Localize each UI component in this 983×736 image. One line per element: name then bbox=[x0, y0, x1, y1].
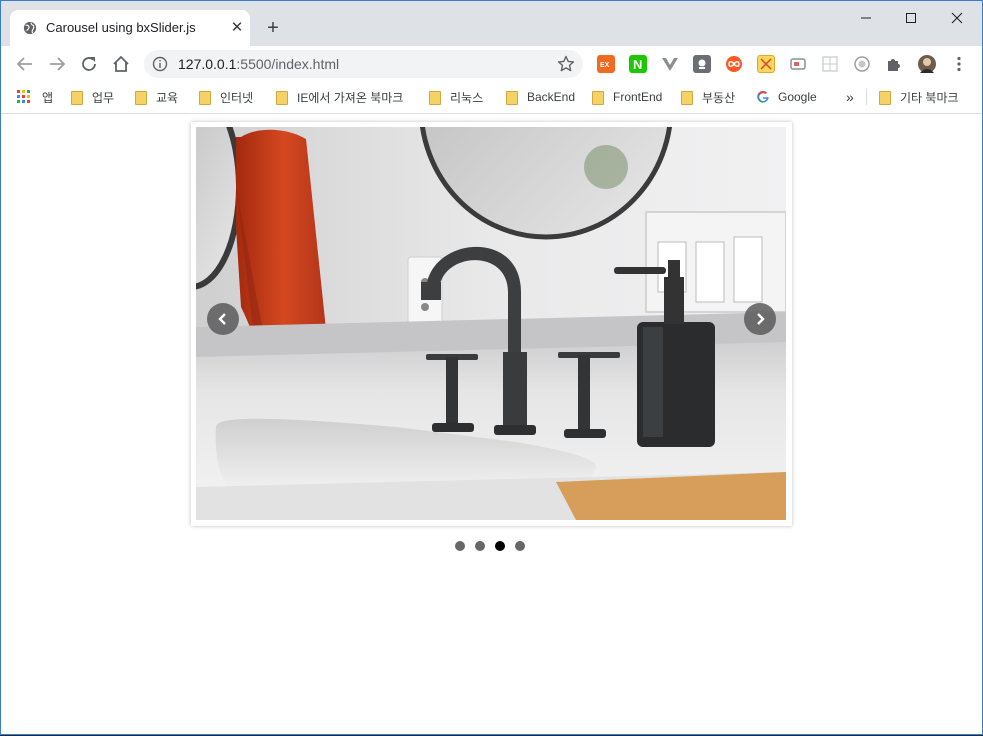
home-icon bbox=[113, 55, 129, 72]
google-icon bbox=[757, 90, 769, 103]
bookmark-folder-frontend[interactable]: FrontEnd bbox=[592, 88, 662, 106]
folder-icon bbox=[135, 91, 147, 105]
bookmark-divider bbox=[866, 89, 867, 105]
bookmark-folder-linux[interactable]: 리눅스 bbox=[429, 88, 483, 106]
grid-extension-icon[interactable] bbox=[821, 55, 839, 73]
bookmark-label: FrontEnd bbox=[613, 90, 663, 104]
bookmarks-bar: 앱 업무 교육 인터넷 IE에서 가져온 북마크 리눅스 BackEnd Fro… bbox=[1, 82, 982, 114]
new-tab-button[interactable]: + bbox=[263, 18, 283, 38]
puzzle-icon[interactable] bbox=[885, 55, 903, 73]
url-path: :5500/index.html bbox=[236, 56, 340, 72]
info-icon[interactable] bbox=[152, 56, 168, 72]
star-icon[interactable] bbox=[557, 55, 575, 73]
bookmarks-overflow-button[interactable]: » bbox=[846, 88, 854, 106]
reload-icon bbox=[82, 57, 96, 71]
chevron-right-icon bbox=[757, 313, 765, 325]
folder-icon bbox=[879, 91, 891, 105]
ex-extension-icon[interactable]: EX bbox=[597, 55, 615, 73]
carousel-prev-button[interactable] bbox=[207, 303, 239, 335]
infinity-extension-icon[interactable] bbox=[725, 55, 743, 73]
globe-icon bbox=[23, 21, 37, 35]
bookmark-folder-other[interactable]: 기타 북마크 bbox=[879, 88, 959, 106]
bookmark-apps[interactable]: 앱 bbox=[17, 88, 53, 106]
bookmark-folder-work[interactable]: 업무 bbox=[71, 88, 114, 106]
folder-icon bbox=[71, 91, 83, 105]
bookmark-label: 부동산 bbox=[702, 90, 736, 105]
browser-toolbar: 127.0.0.1:5500/index.html EX N bbox=[1, 46, 982, 82]
carousel-next-button[interactable] bbox=[744, 303, 776, 335]
bookmark-label: 앱 bbox=[42, 90, 54, 105]
bookmark-extension-icon[interactable] bbox=[757, 55, 775, 73]
folder-icon bbox=[681, 91, 693, 105]
folder-icon bbox=[429, 91, 441, 105]
folder-icon bbox=[199, 91, 211, 105]
svg-text:EX: EX bbox=[600, 62, 610, 69]
bookmark-folder-realestate[interactable]: 부동산 bbox=[681, 88, 735, 106]
carousel-slide-image bbox=[196, 127, 786, 520]
back-button[interactable] bbox=[14, 53, 36, 75]
bookmark-folder-internet[interactable]: 인터넷 bbox=[199, 88, 253, 106]
bookmark-folder-education[interactable]: 교육 bbox=[135, 88, 178, 106]
pager-dot-4[interactable] bbox=[515, 541, 525, 551]
menu-kebab-icon[interactable] bbox=[950, 55, 968, 73]
bookmark-google[interactable]: Google bbox=[756, 88, 817, 106]
overflow-chevron-icon: » bbox=[846, 89, 854, 105]
svg-text:N: N bbox=[633, 57, 642, 72]
chevron-left-icon bbox=[218, 313, 226, 325]
maximize-icon bbox=[906, 13, 916, 23]
circle-extension-icon[interactable] bbox=[853, 55, 871, 73]
folder-icon bbox=[276, 91, 288, 105]
bookmark-folder-backend[interactable]: BackEnd bbox=[506, 88, 575, 106]
capture-extension-icon[interactable] bbox=[693, 55, 711, 73]
close-tab-icon[interactable]: ✕ bbox=[229, 19, 245, 36]
carousel-pager bbox=[455, 541, 525, 551]
reload-button[interactable] bbox=[78, 53, 100, 75]
home-button[interactable] bbox=[110, 53, 132, 75]
close-window-button[interactable] bbox=[942, 7, 972, 29]
browser-tab[interactable]: Carousel using bxSlider.js ✕ bbox=[10, 10, 250, 46]
arrow-right-icon bbox=[50, 57, 66, 71]
minimize-button[interactable] bbox=[851, 7, 881, 29]
pager-dot-1[interactable] bbox=[455, 541, 465, 551]
forward-button[interactable] bbox=[46, 53, 68, 75]
minimize-icon bbox=[861, 17, 871, 19]
page-viewport bbox=[1, 114, 982, 734]
bookmark-label: IE에서 가져온 북마크 bbox=[297, 90, 404, 105]
screen-extension-icon[interactable] bbox=[789, 55, 807, 73]
browser-window: Carousel using bxSlider.js ✕ + 127.0.0.1… bbox=[0, 0, 983, 735]
bathroom-sink-photo bbox=[196, 127, 786, 520]
pager-dot-2[interactable] bbox=[475, 541, 485, 551]
naver-extension-icon[interactable]: N bbox=[629, 55, 647, 73]
bookmark-label: 교육 bbox=[156, 90, 179, 105]
bookmark-folder-ie-import[interactable]: IE에서 가져온 북마크 bbox=[276, 88, 403, 106]
url-text: 127.0.0.1:5500/index.html bbox=[178, 56, 339, 72]
bookmark-label: Google bbox=[778, 90, 817, 104]
arrow-left-icon bbox=[16, 57, 32, 71]
bookmark-label: 인터넷 bbox=[220, 90, 254, 105]
maximize-button[interactable] bbox=[896, 7, 926, 29]
address-bar[interactable]: 127.0.0.1:5500/index.html bbox=[144, 50, 583, 78]
apps-grid-icon bbox=[17, 90, 30, 103]
bookmark-label: BackEnd bbox=[527, 90, 576, 104]
carousel-viewport bbox=[191, 122, 792, 526]
close-icon bbox=[951, 12, 963, 24]
url-host: 127.0.0.1 bbox=[178, 56, 237, 72]
bookmark-label: 업무 bbox=[92, 90, 115, 105]
pager-dot-3-active[interactable] bbox=[495, 541, 505, 551]
title-bar: Carousel using bxSlider.js ✕ + bbox=[1, 1, 982, 46]
tab-title: Carousel using bxSlider.js bbox=[46, 20, 196, 35]
vue-devtools-icon[interactable] bbox=[661, 55, 679, 73]
profile-avatar[interactable] bbox=[918, 55, 936, 73]
bookmark-label: 리눅스 bbox=[450, 90, 484, 105]
bookmark-label: 기타 북마크 bbox=[900, 90, 959, 105]
folder-icon bbox=[506, 91, 518, 105]
folder-icon bbox=[592, 91, 604, 105]
